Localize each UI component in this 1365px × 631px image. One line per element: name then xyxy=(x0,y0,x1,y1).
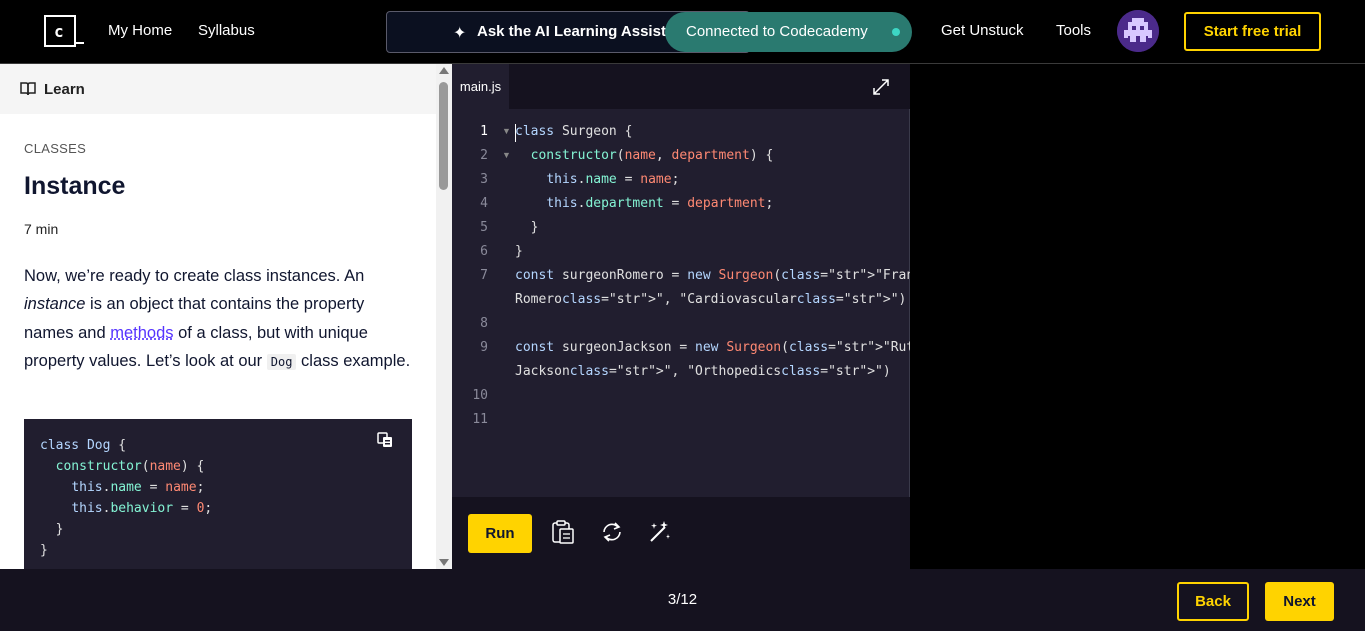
lesson-title: Instance xyxy=(24,172,126,200)
avatar[interactable] xyxy=(1117,10,1159,52)
book-icon xyxy=(20,82,36,96)
pixel-avatar-icon xyxy=(1117,10,1159,52)
methods-link[interactable]: methods xyxy=(110,324,173,342)
line-number: 4 xyxy=(480,196,488,211)
logo-underscore xyxy=(74,42,84,44)
line-number: 3 xyxy=(480,172,488,187)
scroll-down-icon[interactable] xyxy=(439,559,449,566)
reset-icon[interactable] xyxy=(599,519,625,545)
para-text: class example. xyxy=(296,351,411,370)
lesson-category: CLASSES xyxy=(24,141,87,156)
tab-main-js[interactable]: main.js xyxy=(452,64,509,109)
line-number: 1 xyxy=(480,124,488,139)
para-text: Now, we’re ready to create class instanc… xyxy=(24,267,365,285)
line-number: 9 xyxy=(480,340,488,355)
code-line: const surgeonRomero = new Surgeon(class=… xyxy=(515,268,954,283)
status-dot-icon xyxy=(892,28,900,36)
inline-code: Dog xyxy=(266,353,297,370)
fold-arrow-icon[interactable]: ▼ xyxy=(502,126,511,136)
lesson-paragraph: Now, we’re ready to create class instanc… xyxy=(24,262,414,376)
line-number: 8 xyxy=(480,316,488,331)
scroll-thumb[interactable] xyxy=(439,82,448,190)
ai-assistant-label: Ask the AI Learning Assista xyxy=(477,23,675,40)
lesson-duration: 7 min xyxy=(24,221,59,237)
line-number: 6 xyxy=(480,244,488,259)
code-line: Romeroclass="str">", "Cardiovascularclas… xyxy=(515,292,907,307)
back-button[interactable]: Back xyxy=(1177,582,1249,621)
fold-arrow-icon[interactable]: ▼ xyxy=(502,150,511,160)
code-line: this.department = department; xyxy=(546,196,774,211)
code-line: } xyxy=(515,244,523,259)
toast-text: Connected to Codecademy xyxy=(686,23,868,40)
code-line: constructor(name, department) { xyxy=(530,148,774,163)
line-number: 2 xyxy=(480,148,488,163)
nav-my-home[interactable]: My Home xyxy=(108,22,172,39)
codecademy-logo[interactable]: c xyxy=(44,15,76,47)
next-button[interactable]: Next xyxy=(1265,582,1334,621)
copy-icon[interactable] xyxy=(377,432,393,448)
logo-text: c xyxy=(54,22,64,41)
editor-toolbar: Run xyxy=(452,497,910,569)
line-number: 11 xyxy=(472,412,488,427)
expand-icon[interactable] xyxy=(872,78,890,96)
nav-tools[interactable]: Tools xyxy=(1056,22,1091,39)
clipboard-icon[interactable] xyxy=(550,519,576,545)
sparkle-icon: ✦ xyxy=(453,25,467,42)
example-code-block: class Dog { constructor(name) { this.nam… xyxy=(24,419,412,569)
line-number: 5 xyxy=(480,220,488,235)
example-code: class Dog { constructor(name) { this.nam… xyxy=(40,438,213,558)
learn-header-label: Learn xyxy=(44,81,85,98)
run-button[interactable]: Run xyxy=(468,514,532,553)
editor-tabbar: main.js xyxy=(452,64,910,109)
learn-scrollbar[interactable] xyxy=(436,64,452,569)
learn-header: Learn xyxy=(0,64,436,114)
connection-toast: Connected to Codecademy xyxy=(665,12,912,52)
nav-syllabus[interactable]: Syllabus xyxy=(198,22,255,39)
code-line: const surgeonJackson = new Surgeon(class… xyxy=(515,340,923,355)
code-editor: main.js 1 ▼ class Surgeon { 2 ▼ constructor(… xyxy=(452,64,953,569)
text-cursor xyxy=(515,124,516,142)
nav-get-unstuck[interactable]: Get Unstuck xyxy=(941,22,1024,39)
lesson-progress: 3/12 xyxy=(667,591,698,608)
code-line: this.name = name; xyxy=(546,172,680,187)
output-panel xyxy=(910,64,1365,569)
start-free-trial-button[interactable]: Start free trial xyxy=(1184,12,1321,51)
top-navigation-bar: c My Home Syllabus ✦ Ask the AI Learning… xyxy=(0,0,1365,64)
code-line: Jacksonclass="str">", "Orthopedicsclass=… xyxy=(515,364,891,379)
learn-panel: Learn CLASSES Instance 7 min Now, we’re … xyxy=(0,64,452,569)
line-number: 10 xyxy=(472,388,488,403)
code-line: class Surgeon { xyxy=(515,124,633,139)
scroll-up-icon[interactable] xyxy=(439,67,449,74)
line-number: 7 xyxy=(480,268,488,283)
magic-wand-icon[interactable] xyxy=(647,519,673,545)
footer-bar: 3/12 Back Next xyxy=(0,569,1365,631)
code-line: } xyxy=(515,220,539,235)
para-emphasis: instance xyxy=(24,295,86,314)
